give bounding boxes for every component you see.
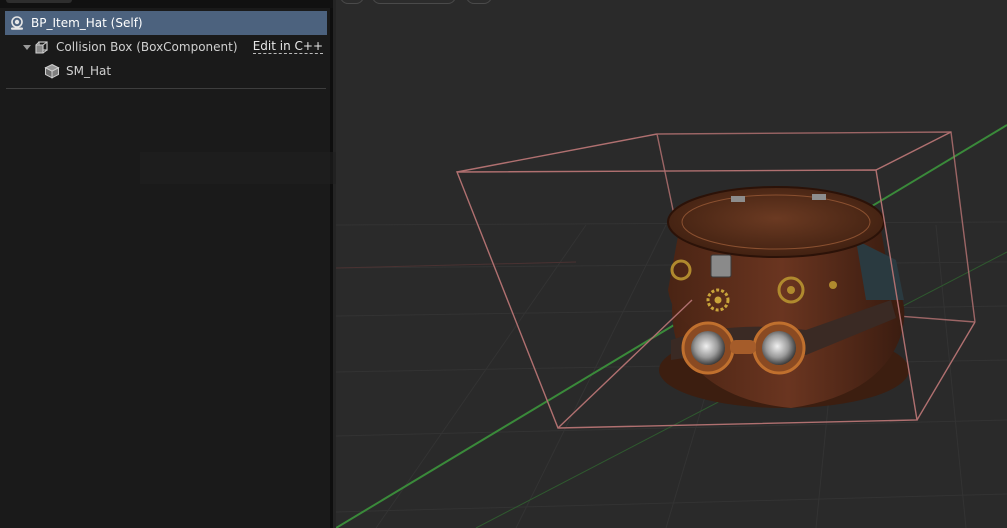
viewport-scene bbox=[336, 124, 1007, 528]
tree-row-root-label: BP_Item_Hat (Self) bbox=[31, 16, 143, 30]
tree-divider bbox=[6, 88, 326, 89]
tree-row-sm-hat[interactable]: SM_Hat bbox=[5, 59, 327, 83]
components-panel: BP_Item_Hat (Self) Collision Box (BoxCom… bbox=[0, 0, 358, 528]
expand-arrow-icon[interactable] bbox=[22, 39, 32, 55]
box-collision-icon bbox=[34, 39, 50, 55]
panel-top-strip bbox=[0, 0, 333, 8]
drag-ghost-overlay bbox=[140, 152, 358, 184]
static-mesh-icon bbox=[44, 63, 60, 79]
blueprint-actor-icon bbox=[9, 15, 25, 31]
hat-model bbox=[659, 186, 909, 408]
tree-row-collision-box-label: Collision Box (BoxComponent) bbox=[56, 40, 238, 54]
edit-in-cpp-link[interactable]: Edit in C++ bbox=[252, 40, 323, 54]
tree-row-root[interactable]: BP_Item_Hat (Self) bbox=[5, 11, 327, 35]
tree-row-collision-box[interactable]: Collision Box (BoxComponent) Edit in C++ bbox=[5, 35, 327, 59]
viewport[interactable] bbox=[336, 0, 1007, 528]
tree-row-sm-hat-label: SM_Hat bbox=[66, 64, 112, 78]
x-axis-line bbox=[336, 124, 1007, 528]
add-component-button-stub[interactable] bbox=[6, 0, 72, 3]
